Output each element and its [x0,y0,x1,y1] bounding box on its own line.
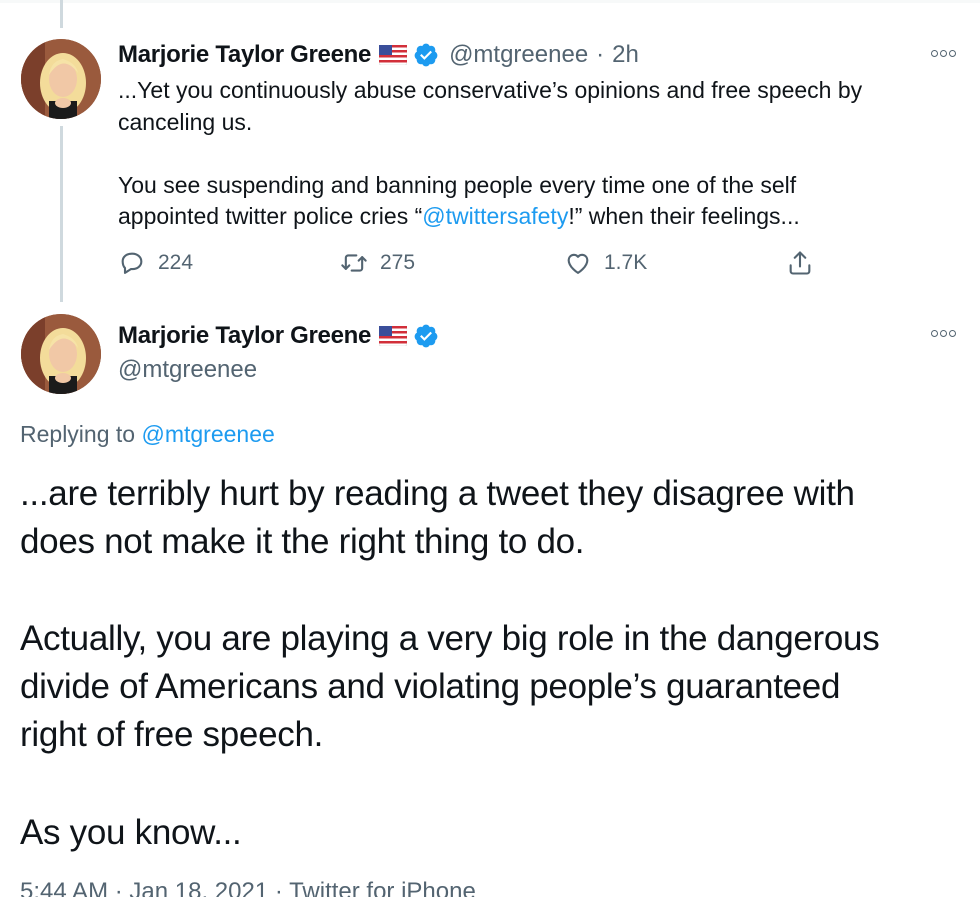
author-name[interactable]: Marjorie Taylor Greene [118,322,371,350]
avatar[interactable] [21,39,101,119]
parent-tweet-line: canceling us. [118,109,253,135]
tweet-header: Marjorie Taylor Greene @mtgreenee · 2h [118,40,639,70]
tweet-body-line: divide of Americans and violating people… [20,667,841,706]
reply-count: 224 [158,251,194,274]
share-icon [789,251,811,275]
text-segment: !” when their feelings... [568,203,800,229]
thread-connector-line [60,126,63,302]
author-name[interactable]: Marjorie Taylor Greene [118,41,371,69]
replying-to-handle[interactable]: @mtgreenee [141,421,274,447]
top-divider [0,0,980,3]
more-options-icon[interactable] [931,330,956,337]
avatar[interactable] [21,314,101,394]
mention-link[interactable]: @twittersafety [422,203,568,229]
more-options-icon[interactable] [931,50,956,57]
parent-tweet-line: appointed twitter police cries “@twitter… [118,201,800,232]
retweet-count: 275 [380,251,416,274]
tweet-body-line: does not make it the right thing to do. [20,522,585,561]
tweet-actions: 224 275 1.7K [118,249,828,281]
separator-dot: · [596,41,605,68]
text-segment: appointed twitter police cries “ [118,203,423,229]
replying-to-label: Replying to [20,421,142,447]
tweet-body-line: As you know... [20,813,242,852]
tweet-time[interactable]: 2h [612,41,639,69]
tweet-timestamp-source[interactable]: 5:44 AM · Jan 18, 2021 · Twitter for iPh… [20,878,476,897]
tweet-body-line: ...are terribly hurt by reading a tweet … [20,474,855,513]
heart-icon [567,253,589,274]
share-button[interactable] [786,249,826,277]
like-button[interactable]: 1.7K [564,249,647,277]
verified-badge-icon [413,42,439,68]
parent-tweet-line: You see suspending and banning people ev… [118,172,797,198]
tweet-body-line: right of free speech. [20,715,324,754]
tweet-header: Marjorie Taylor Greene [118,321,439,351]
author-handle[interactable]: @mtgreenee [118,356,257,384]
like-count: 1.7K [604,251,648,274]
thread-connector-line [60,0,63,28]
author-handle[interactable]: @mtgreenee [449,41,588,69]
retweet-button[interactable]: 275 [340,249,415,277]
tweet-body-line: Actually, you are playing a very big rol… [20,619,880,658]
us-flag-icon [379,326,408,346]
us-flag-icon [379,45,408,65]
reply-icon [121,252,143,274]
tweet-thread: Marjorie Taylor Greene @mtgreenee · 2h .… [0,0,980,897]
retweet-icon [341,254,367,272]
verified-badge-icon [413,323,439,349]
replying-to: Replying to @mtgreenee [20,421,275,448]
parent-tweet-line: ...Yet you continuously abuse conservati… [118,77,863,103]
reply-button[interactable]: 224 [118,249,193,277]
